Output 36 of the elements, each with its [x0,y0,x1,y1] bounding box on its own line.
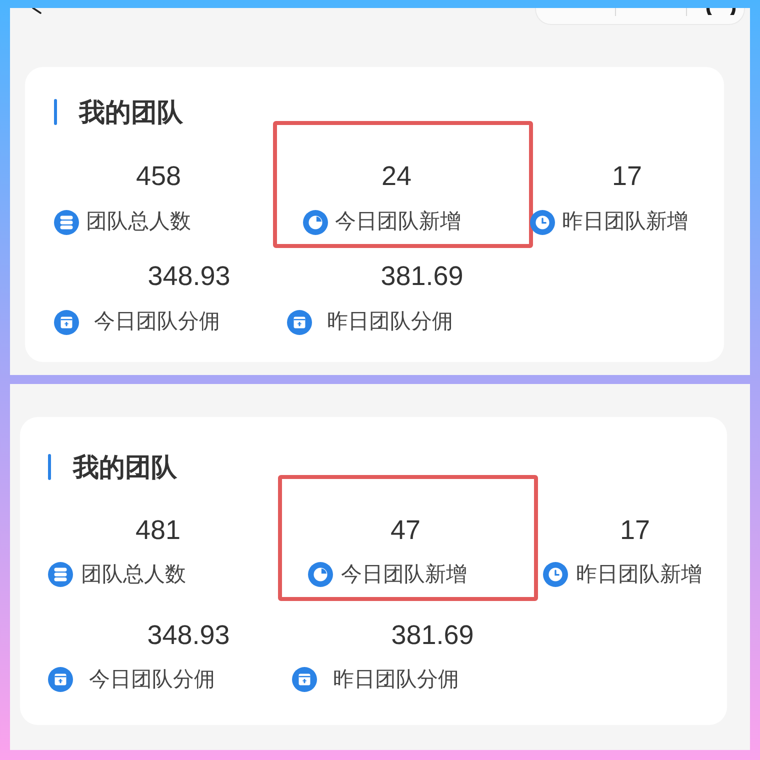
stat-label: 昨日团队分佣 [333,666,459,692]
stat-value: 47 [390,514,421,546]
stat-label: 今日团队新增 [335,209,461,235]
pie-chart-icon [308,562,333,587]
card-title: 我的团队 [73,452,177,482]
stat-value: 17 [612,160,642,192]
accent-bar [54,99,57,125]
stat-label: 今日团队分佣 [89,666,215,692]
stat-value: 381.69 [380,260,464,292]
chevron-icon[interactable] [32,8,42,14]
stat-value: 24 [381,160,412,192]
stat-label: 团队总人数 [81,562,186,588]
card-icon [287,310,312,334]
stat-value: 17 [620,514,650,546]
stat-value: 458 [136,160,182,192]
stat-label: 今日团队分佣 [94,309,220,335]
stat-value: 348.93 [147,618,230,650]
accent-bar [48,454,51,480]
stat-label: 昨日团队新增 [576,562,702,588]
card-title: 我的团队 [79,97,183,127]
stat-value: 381.69 [391,618,474,650]
card-icon [48,667,73,692]
stat-label: 昨日团队新增 [562,209,688,235]
clock-icon [543,562,568,587]
clock-icon [530,210,555,234]
stat-label: 今日团队新增 [341,562,467,588]
stat-label: 团队总人数 [86,209,191,235]
card-icon [292,667,317,692]
stat-value: 348.93 [148,260,230,292]
stat-value: 481 [135,514,181,546]
database-icon [48,562,73,587]
ring-icon[interactable] [706,8,736,15]
database-icon [54,210,79,234]
pie-chart-icon [303,210,328,234]
card-icon [54,310,79,334]
stat-label: 昨日团队分佣 [327,309,453,335]
